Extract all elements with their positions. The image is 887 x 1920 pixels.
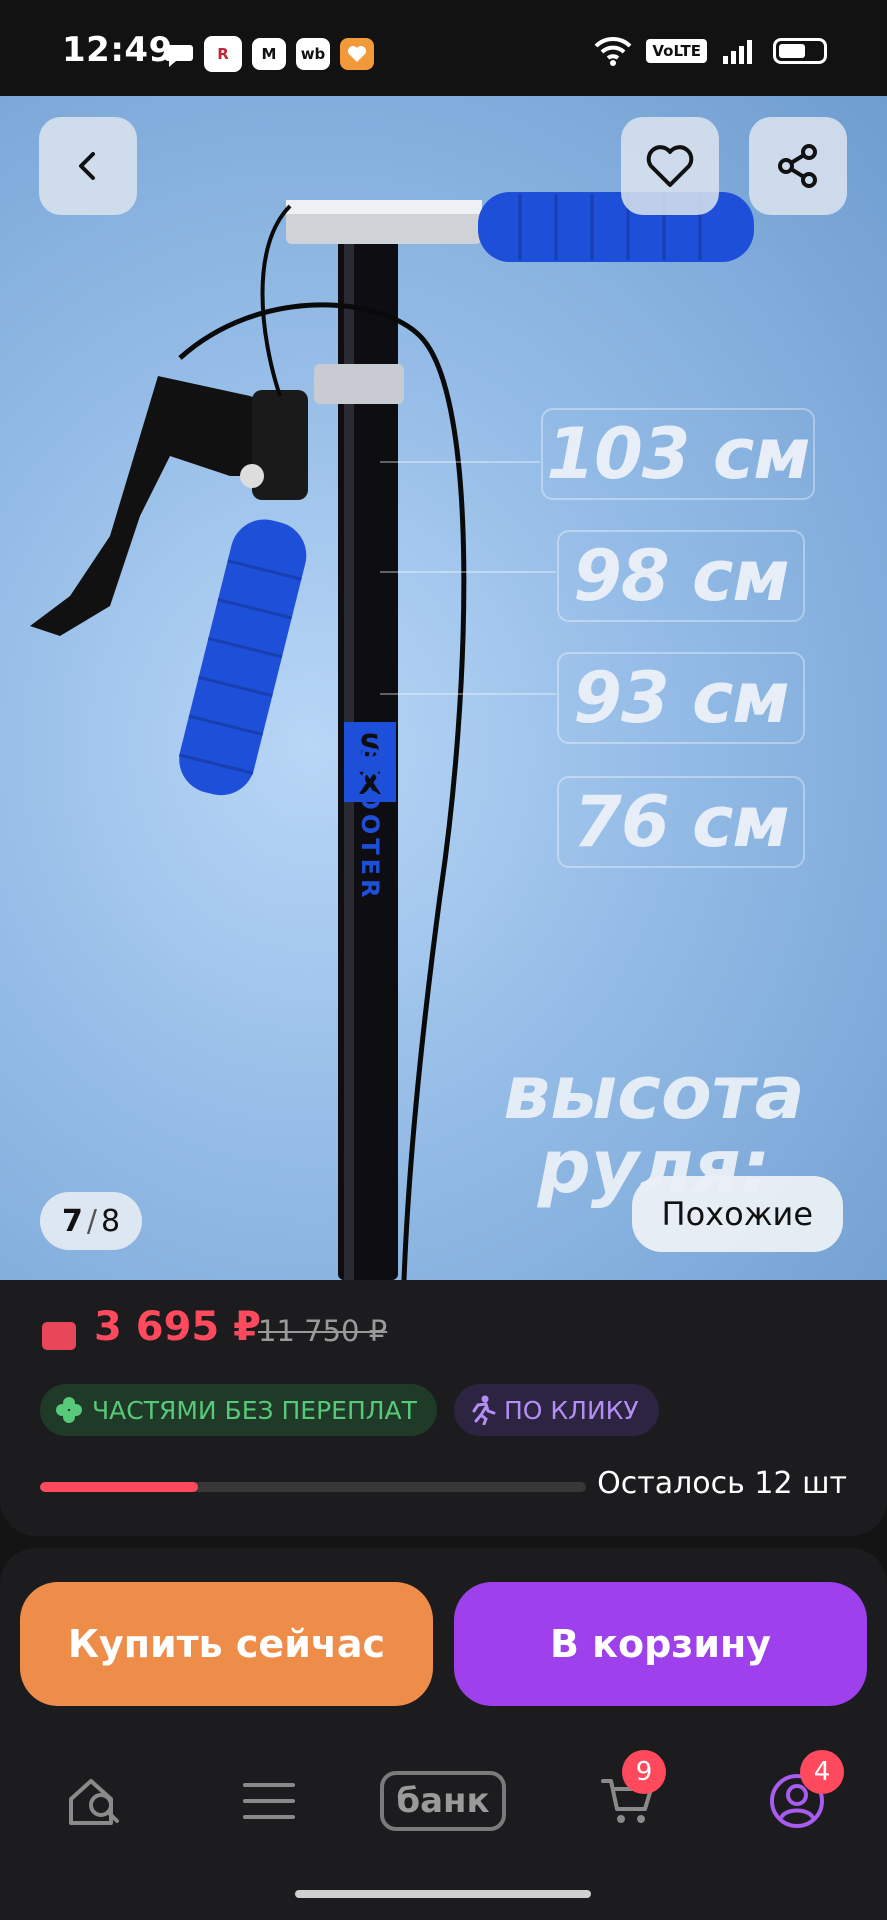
- notification-icons: R М wb: [164, 36, 374, 72]
- height-caption-line1: высота: [503, 1050, 805, 1136]
- add-to-cart-button[interactable]: В корзину: [454, 1582, 867, 1706]
- installments-label: ЧАСТЯМИ БЕЗ ПЕРЕПЛАТ: [92, 1395, 417, 1425]
- chevron-left-icon: [79, 152, 95, 180]
- bank-label: банк: [380, 1771, 506, 1831]
- volte-badge: VoLTE: [646, 39, 707, 63]
- app-icon-wb: wb: [296, 38, 330, 70]
- wifi-icon: [594, 36, 632, 66]
- stock-remaining: Осталось 12 шт: [597, 1466, 847, 1501]
- profile-badge: 4: [800, 1750, 844, 1794]
- app-icon-r: R: [204, 36, 242, 72]
- height-option-2: 98 см: [557, 530, 805, 622]
- image-counter: 7 / 8: [40, 1192, 143, 1250]
- nav-profile[interactable]: 4: [754, 1750, 844, 1836]
- nav-cart[interactable]: 9: [584, 1750, 670, 1836]
- back-button[interactable]: [39, 117, 137, 215]
- running-person-icon: [472, 1395, 496, 1425]
- old-price: 11 750 ₽: [258, 1314, 388, 1348]
- share-button[interactable]: [749, 117, 847, 215]
- wallet-icon: [42, 1322, 76, 1350]
- favorite-button[interactable]: [621, 117, 719, 215]
- signal-icon: [723, 40, 752, 64]
- chat-icon: [165, 45, 193, 67]
- image-counter-separator: /: [86, 1203, 97, 1239]
- nav-catalog[interactable]: [226, 1766, 312, 1836]
- app-icon-m: М: [252, 38, 286, 70]
- heart-icon: [646, 145, 694, 187]
- one-click-chip[interactable]: ПО КЛИКУ: [454, 1384, 659, 1436]
- status-bar: 12:49 R М wb VoLTE: [0, 0, 887, 96]
- image-counter-total: 8: [100, 1203, 121, 1239]
- home-indicator[interactable]: [295, 1890, 591, 1898]
- system-icons: VoLTE: [594, 36, 827, 66]
- clover-icon: [56, 1397, 82, 1423]
- app-icon-heart: [340, 38, 374, 70]
- share-icon: [778, 144, 817, 188]
- nav-home[interactable]: [52, 1766, 138, 1836]
- image-counter-current: 7: [62, 1203, 83, 1239]
- buy-now-button[interactable]: Купить сейчас: [20, 1582, 433, 1706]
- svg-text:SCOOTER: SCOOTER: [356, 747, 384, 902]
- cart-badge: 9: [622, 1750, 666, 1794]
- one-click-label: ПО КЛИКУ: [504, 1395, 639, 1425]
- stock-progress-bar: [40, 1482, 586, 1492]
- similar-button[interactable]: Похожие: [631, 1176, 843, 1252]
- stock-progress-fill: [40, 1482, 199, 1492]
- battery-icon: [773, 38, 827, 64]
- height-option-3: 93 см: [557, 652, 805, 744]
- height-option-4: 76 см: [557, 776, 805, 868]
- height-option-1: 103 см: [541, 408, 815, 500]
- product-image-gallery[interactable]: S X SCOOTER 103 см 98 см 93 см 76 см выс…: [0, 96, 887, 1280]
- status-time: 12:49: [62, 30, 173, 70]
- home-search-icon: [69, 1779, 119, 1825]
- installments-chip[interactable]: ЧАСТЯМИ БЕЗ ПЕРЕПЛАТ: [40, 1384, 437, 1436]
- current-price: 3 695 ₽: [94, 1304, 262, 1350]
- nav-bank[interactable]: банк: [380, 1766, 506, 1836]
- menu-icon: [243, 1783, 295, 1819]
